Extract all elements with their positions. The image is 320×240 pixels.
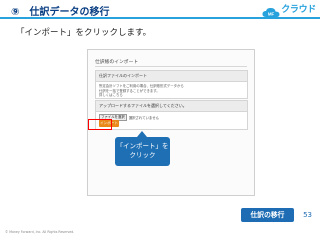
file-upload-panel: アップロードするファイルを選択してください。 ファイルを選択 選択されていません… — [95, 100, 248, 130]
callout-line: クリック — [129, 151, 156, 159]
cloud-icon: MF — [262, 3, 280, 17]
import-info-panel: 仕訳ファイルのインポート 所定会計ソフトをご利用の場合、仕訳帳形式データから 仕… — [95, 70, 248, 99]
instruction-text: 「インポート」をクリックします。 — [16, 28, 152, 38]
divider — [95, 66, 247, 67]
copyright: © Money Forward, Inc. All Rights Reserve… — [5, 230, 75, 234]
panel-heading: 仕訳ファイルのインポート — [96, 71, 247, 82]
svg-text:MF: MF — [268, 11, 275, 16]
callout: 「インポート」を クリック — [115, 137, 170, 166]
page-title: ⑨ 仕訳データの移行 — [11, 7, 110, 18]
embedded-screenshot: 仕訳帳のインポート 仕訳ファイルのインポート 所定会計ソフトをご利用の場合、仕訳… — [87, 49, 255, 196]
file-status: 選択されていません — [128, 116, 160, 120]
panel-body: 所定会計ソフトをご利用の場合、仕訳帳形式データから 仕訳を一括で登録することがで… — [96, 82, 247, 100]
help-link[interactable]: 詳しくはこちら — [99, 93, 244, 98]
screenshot-title: 仕訳帳のインポート — [95, 60, 139, 65]
panel-heading: アップロードするファイルを選択してください。 — [96, 101, 247, 112]
page-number: 53 — [303, 211, 312, 219]
logo-text: クラウド — [281, 4, 316, 15]
callout-line: 「インポート」を — [116, 142, 169, 150]
logo: MF クラウド — [262, 2, 316, 17]
header-divider — [0, 17, 320, 19]
import-button-highlight — [88, 119, 112, 130]
section-badge: 仕訳の移行 — [241, 208, 294, 222]
